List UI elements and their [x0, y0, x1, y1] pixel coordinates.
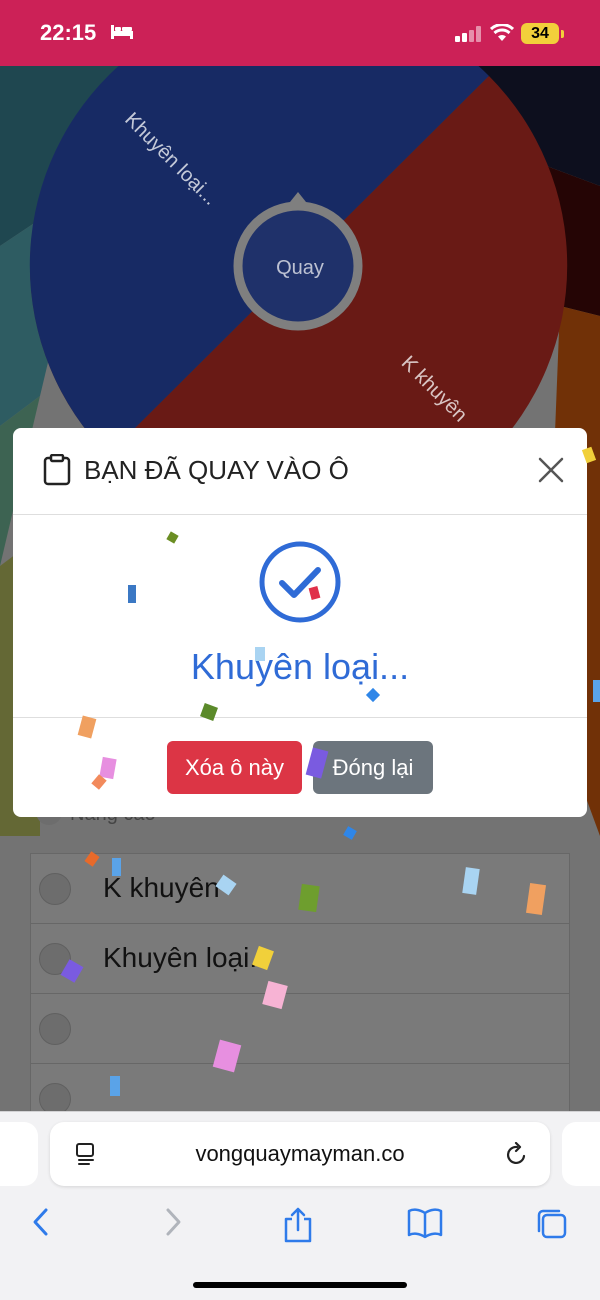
spin-button[interactable]: Quay [248, 216, 352, 320]
share-icon[interactable] [282, 1207, 314, 1248]
clipboard-icon [43, 453, 71, 491]
modal-title: BẠN ĐÃ QUAY VÀO Ô [84, 455, 349, 485]
home-indicator [193, 1282, 407, 1288]
address-bar[interactable]: vongquaymayman.co [50, 1122, 550, 1186]
list-item-label: K khuyên [103, 872, 220, 903]
list-item[interactable]: K khuyên [30, 853, 570, 924]
reload-icon[interactable] [505, 1141, 529, 1173]
result-modal: BẠN ĐÃ QUAY VÀO Ô Khuyên loại... Xóa ô n… [13, 428, 587, 817]
confetti-piece [255, 647, 265, 661]
battery-tip [561, 30, 564, 38]
bookmarks-icon[interactable] [407, 1207, 443, 1244]
battery-level: 34 [521, 23, 559, 44]
status-time: 22:15 [40, 20, 97, 45]
wifi-icon [489, 23, 515, 47]
confetti-piece [112, 858, 121, 876]
bed-icon [110, 24, 134, 45]
list-item-label: Khuyên loại.. [103, 942, 265, 973]
previous-tab-preview[interactable] [0, 1122, 38, 1186]
status-bar: 22:15 34 [0, 0, 600, 66]
delete-slot-button[interactable]: Xóa ô này [167, 741, 302, 794]
confetti-piece [110, 1076, 120, 1096]
tabs-icon[interactable] [535, 1207, 569, 1246]
result-text: Khuyên loại... [190, 646, 410, 687]
confetti-piece [128, 585, 136, 603]
close-button[interactable]: Đóng lại [313, 741, 433, 794]
radio-button[interactable] [39, 1013, 71, 1045]
next-tab-preview[interactable] [562, 1122, 600, 1186]
list-item[interactable]: Khuyên loại.. [30, 924, 570, 994]
confetti-piece [593, 680, 600, 702]
check-circle-icon [258, 540, 342, 629]
forward-icon[interactable] [160, 1207, 184, 1242]
confetti-piece [298, 883, 320, 913]
radio-button[interactable] [39, 873, 71, 905]
browser-toolbar: vongquaymayman.co [0, 1111, 600, 1300]
radio-button[interactable] [39, 1083, 71, 1111]
list-item[interactable] [30, 994, 570, 1064]
close-icon[interactable] [537, 456, 565, 489]
url-text: vongquaymayman.co [195, 1141, 405, 1166]
modal-divider [13, 717, 587, 718]
back-icon[interactable] [30, 1207, 54, 1242]
modal-header: BẠN ĐÃ QUAY VÀO Ô [13, 428, 587, 515]
signal-icon [455, 26, 481, 47]
